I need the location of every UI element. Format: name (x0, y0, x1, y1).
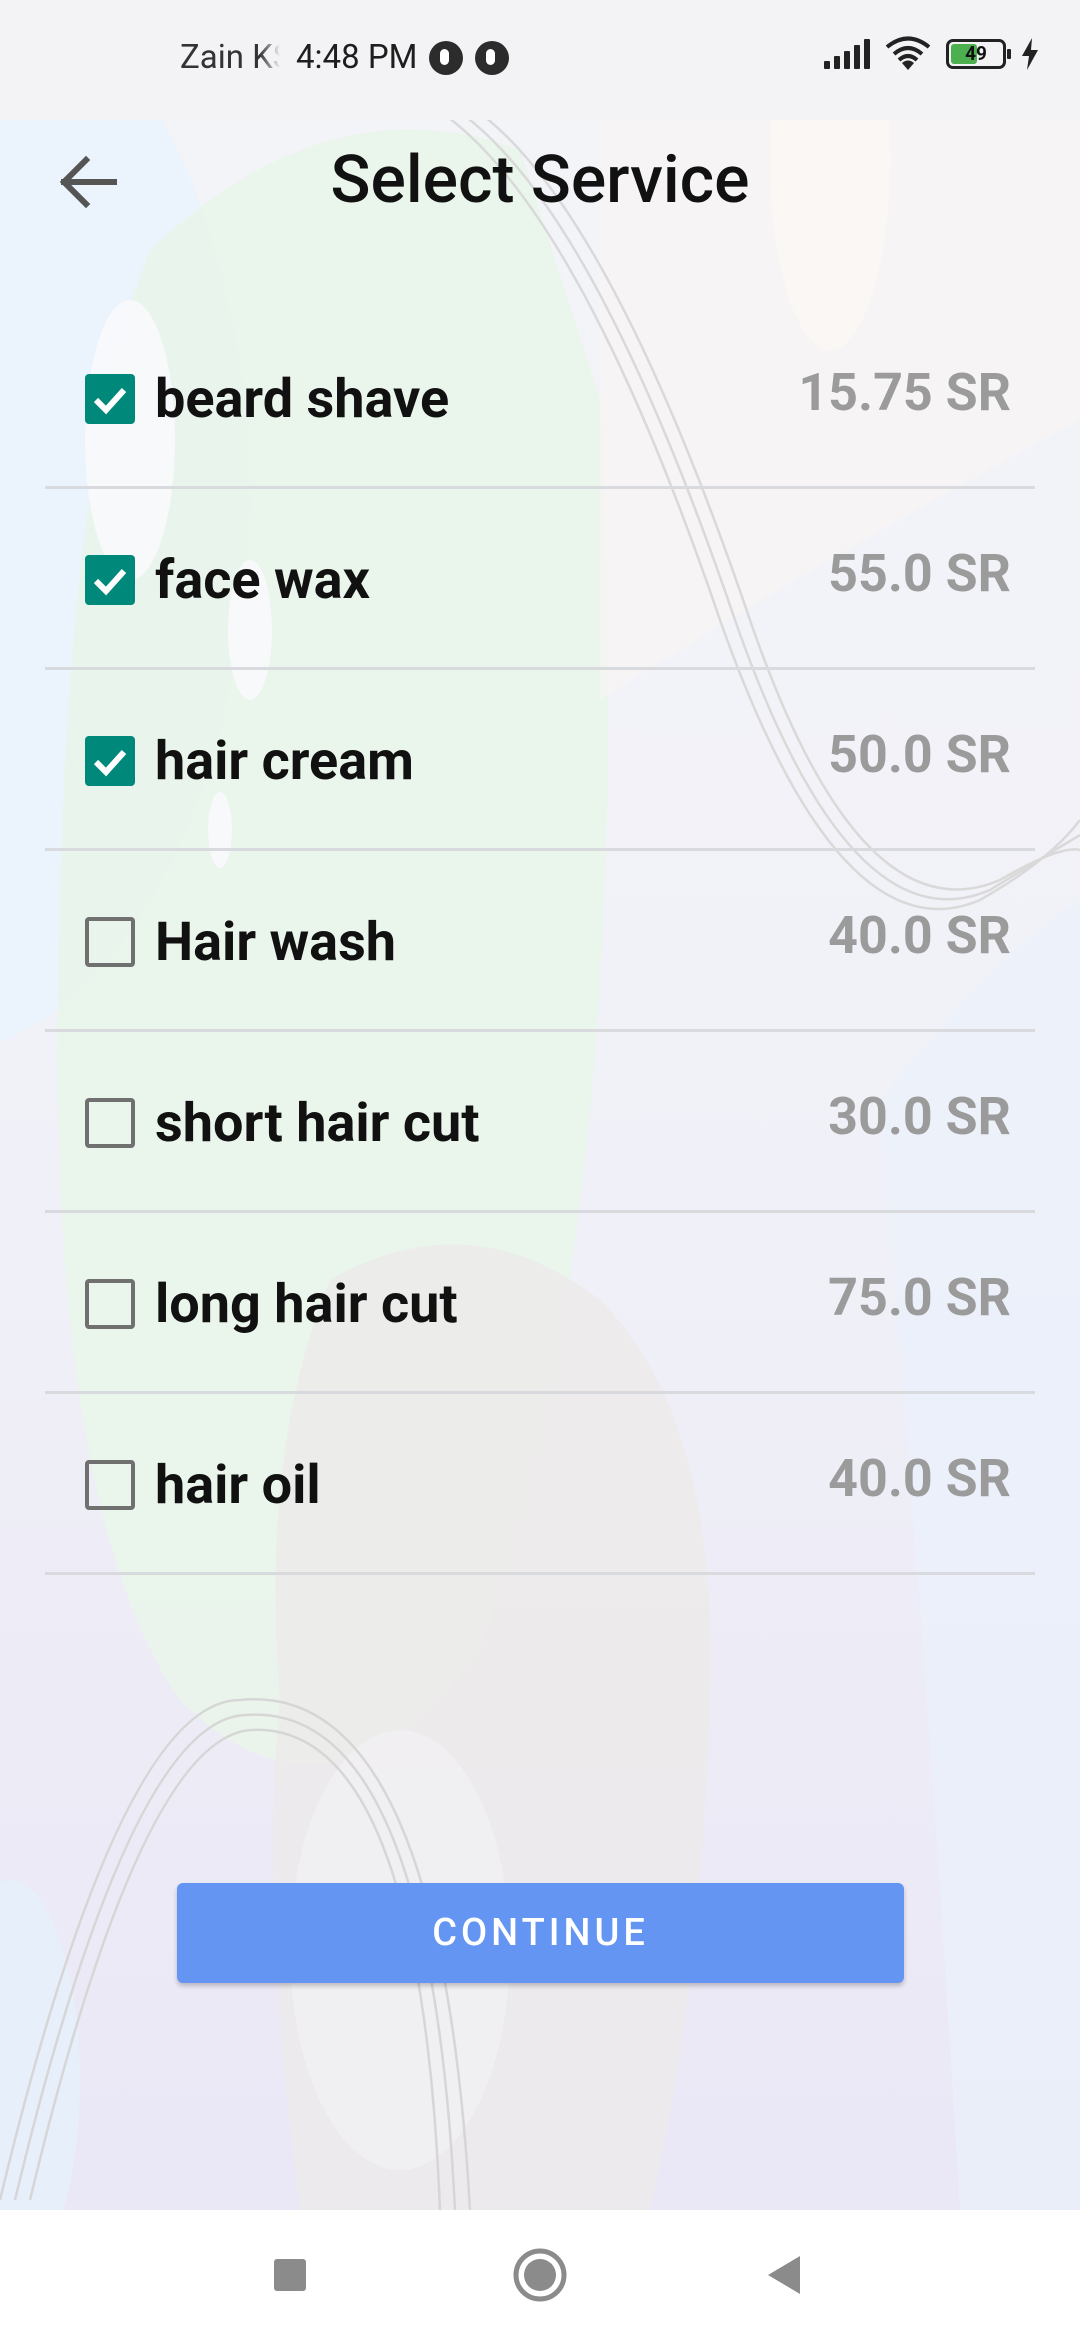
service-item-face-wax[interactable]: face wax 55.0 SR (45, 489, 1035, 670)
service-checkbox[interactable] (85, 374, 135, 424)
service-price: 40.0 SR (828, 905, 1011, 966)
app-notification-icon (475, 40, 510, 75)
service-price: 15.75 SR (798, 362, 1011, 423)
continue-button[interactable]: CONTINUE (177, 1883, 904, 1983)
page-title: Select Service (330, 142, 750, 219)
service-name: beard shave (155, 368, 450, 431)
triangle-back-icon (768, 2256, 800, 2294)
service-price: 75.0 SR (828, 1267, 1011, 1328)
service-name: hair cream (155, 730, 414, 793)
service-name: Hair wash (155, 911, 397, 974)
circle-home-icon (513, 2248, 567, 2302)
square-recents-icon (274, 2259, 306, 2291)
service-item-hair-wash[interactable]: Hair wash 40.0 SR (45, 851, 1035, 1032)
home-button[interactable] (505, 2240, 575, 2310)
status-right: 49 (824, 36, 1040, 72)
service-item-hair-oil[interactable]: hair oil 40.0 SR (45, 1394, 1035, 1575)
service-name: short hair cut (155, 1092, 480, 1155)
battery-icon: 49 (946, 39, 1011, 69)
service-name: long hair cut (155, 1273, 458, 1336)
system-nav-bar (0, 2210, 1080, 2340)
checkmark-icon (93, 568, 127, 596)
recents-button[interactable] (255, 2240, 325, 2310)
signal-strength-icon (824, 39, 870, 69)
service-name: face wax (155, 549, 370, 612)
service-price: 50.0 SR (828, 724, 1011, 785)
app-header: Select Service (0, 120, 1080, 240)
service-checkbox[interactable] (85, 1460, 135, 1510)
service-checkbox[interactable] (85, 917, 135, 967)
clock: 4:48 PM (296, 38, 418, 77)
status-left: Zain KSA 4:48 PM (180, 38, 510, 77)
service-checkbox[interactable] (85, 1279, 135, 1329)
status-bar: Zain KSA 4:48 PM 49 (0, 0, 1080, 120)
wifi-icon (885, 36, 931, 70)
service-item-long-hair-cut[interactable]: long hair cut 75.0 SR (45, 1213, 1035, 1394)
service-checkbox[interactable] (85, 736, 135, 786)
back-nav-button[interactable] (750, 2240, 820, 2310)
service-list: beard shave 15.75 SR face wax 55.0 SR ha… (45, 308, 1035, 1575)
charging-bolt-icon (1022, 38, 1038, 70)
service-price: 55.0 SR (828, 543, 1011, 604)
service-item-short-hair-cut[interactable]: short hair cut 30.0 SR (45, 1032, 1035, 1213)
service-name: hair oil (155, 1454, 321, 1517)
service-price: 30.0 SR (828, 1086, 1011, 1147)
checkmark-icon (93, 749, 127, 777)
checkmark-icon (93, 387, 127, 415)
service-checkbox[interactable] (85, 1098, 135, 1148)
carrier-name: Zain KSA (180, 38, 280, 77)
app-notification-icon (429, 40, 464, 75)
service-checkbox[interactable] (85, 555, 135, 605)
battery-level: 49 (965, 42, 987, 65)
service-item-beard-shave[interactable]: beard shave 15.75 SR (45, 308, 1035, 489)
service-price: 40.0 SR (828, 1448, 1011, 1509)
service-item-hair-cream[interactable]: hair cream 50.0 SR (45, 670, 1035, 851)
